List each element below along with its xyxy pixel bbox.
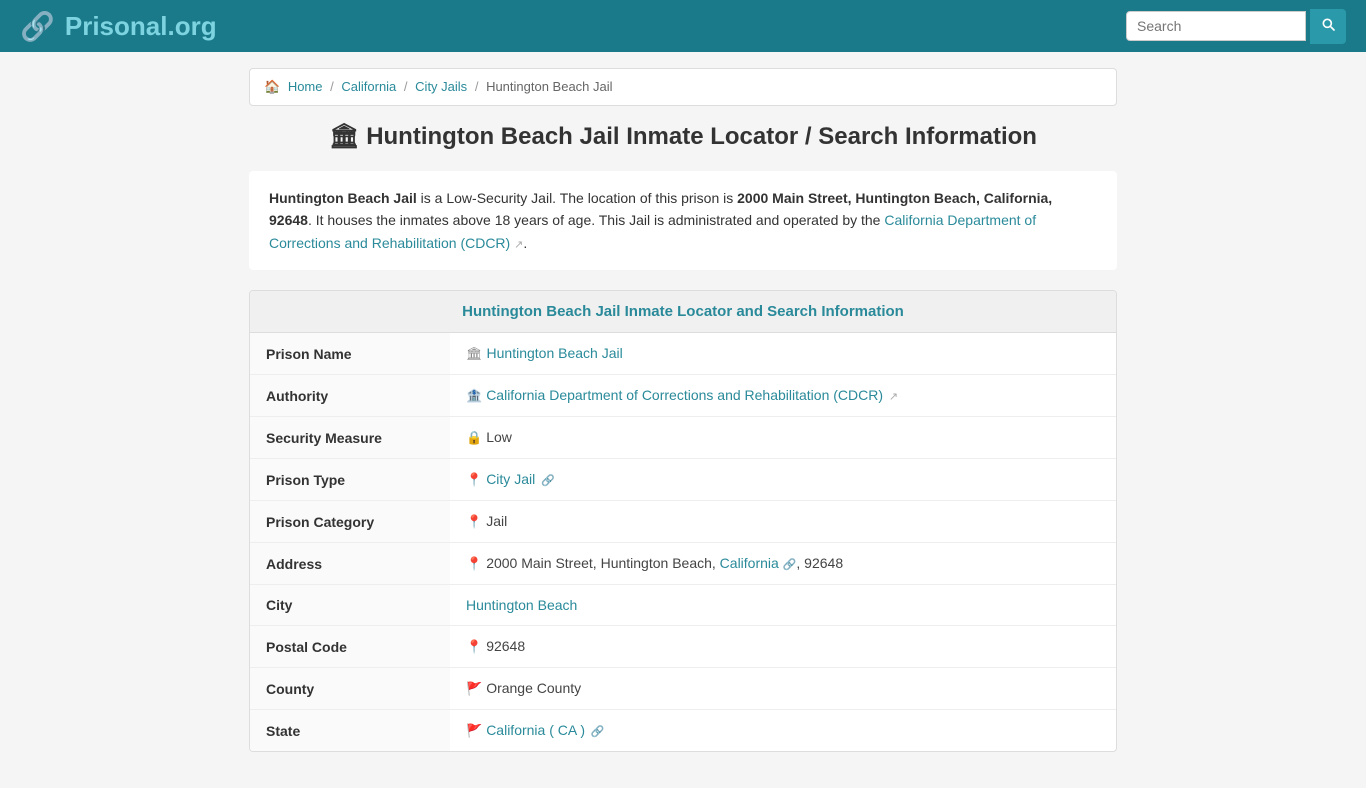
- table-value-text: Low: [486, 429, 512, 445]
- table-cell-value: 🔒 Low: [450, 417, 1116, 459]
- breadcrumb-city-jails[interactable]: City Jails: [415, 79, 467, 94]
- table-cell-label: City: [250, 585, 450, 626]
- table-cell-label: County: [250, 668, 450, 710]
- breadcrumb-current: Huntington Beach Jail: [486, 79, 612, 94]
- description-period: .: [523, 235, 527, 251]
- main-wrapper: 🏠 Home / California / City Jails / Hunti…: [233, 52, 1133, 788]
- breadcrumb-home[interactable]: Home: [288, 79, 323, 94]
- cell-icon: 🔒: [466, 430, 482, 445]
- cell-icon: 📍: [466, 639, 482, 654]
- table-value-link[interactable]: Huntington Beach Jail: [487, 345, 623, 361]
- logo-ext: .org: [167, 11, 216, 41]
- page-title-icon: 🏛: [329, 123, 359, 150]
- table-cell-value: 📍2000 Main Street, Huntington Beach, Cal…: [450, 543, 1116, 585]
- description: Huntington Beach Jail is a Low-Security …: [249, 171, 1117, 270]
- address-state-link[interactable]: California: [720, 555, 779, 571]
- logo-main: Prisonal: [65, 11, 168, 41]
- logo-area: 🔗 Prisonal.org: [20, 10, 217, 43]
- description-intro: is a Low-Security Jail. The location of …: [417, 190, 737, 206]
- cell-icon: 🚩: [466, 723, 482, 738]
- info-table: Prison Name 🏛 Huntington Beach Jail Authori…: [250, 333, 1116, 751]
- breadcrumb: 🏠 Home / California / City Jails / Hunti…: [249, 68, 1117, 106]
- table-cell-label: Prison Type: [250, 459, 450, 501]
- cell-icon: 🚩: [466, 681, 482, 696]
- info-section-header: Huntington Beach Jail Inmate Locator and…: [250, 291, 1116, 333]
- table-row: Prison Category 📍 Jail: [250, 501, 1116, 543]
- search-button[interactable]: [1310, 9, 1346, 44]
- table-row: Prison Name 🏛 Huntington Beach Jail: [250, 333, 1116, 375]
- table-cell-label: Security Measure: [250, 417, 450, 459]
- search-icon: [1320, 16, 1336, 32]
- header: 🔗 Prisonal.org: [0, 0, 1366, 52]
- table-row: Authority 🏦 California Department of Corre…: [250, 375, 1116, 417]
- table-value-link[interactable]: California ( CA ): [486, 722, 585, 738]
- logo-text: Prisonal.org: [65, 11, 217, 42]
- table-cell-label: State: [250, 710, 450, 752]
- table-cell-value: 🚩 California ( CA ) 🔗: [450, 710, 1116, 752]
- logo-icon: 🔗: [20, 10, 55, 43]
- table-value-text: Orange County: [486, 680, 581, 696]
- table-cell-value: 🏦 California Department of Corrections an…: [450, 375, 1116, 417]
- description-after-address: . It houses the inmates above 18 years o…: [308, 212, 884, 228]
- home-icon: 🏠: [264, 79, 280, 94]
- table-value-text: 92648: [486, 638, 525, 654]
- page-title: 🏛 Huntington Beach Jail Inmate Locator /…: [249, 122, 1117, 151]
- table-value-link[interactable]: City Jail: [486, 471, 535, 487]
- cell-icon: 🏛: [466, 346, 483, 361]
- table-cell-label: Prison Name: [250, 333, 450, 375]
- cell-icon: 🏦: [466, 388, 482, 403]
- cell-icon: 📍: [466, 514, 482, 529]
- table-cell-value: 📍 City Jail 🔗: [450, 459, 1116, 501]
- table-row: Security Measure 🔒 Low: [250, 417, 1116, 459]
- cell-icon: 📍: [466, 556, 482, 571]
- cell-icon: 📍: [466, 472, 482, 487]
- table-cell-value: 📍 Jail: [450, 501, 1116, 543]
- table-value-link[interactable]: Huntington Beach: [466, 597, 577, 613]
- table-row: Postal Code 📍 92648: [250, 626, 1116, 668]
- ext-icon-desc: ↗: [514, 239, 523, 251]
- external-link-icon: ↗: [889, 391, 898, 403]
- table-row: County 🚩 Orange County: [250, 668, 1116, 710]
- table-value-text: Jail: [486, 513, 507, 529]
- info-section: Huntington Beach Jail Inmate Locator and…: [249, 290, 1117, 752]
- table-value-link[interactable]: California Department of Corrections and…: [486, 387, 883, 403]
- search-input[interactable]: [1126, 11, 1306, 41]
- breadcrumb-california[interactable]: California: [341, 79, 396, 94]
- table-cell-label: Postal Code: [250, 626, 450, 668]
- external-link-icon: 🔗: [591, 726, 605, 738]
- table-cell-value: Huntington Beach: [450, 585, 1116, 626]
- table-cell-label: Address: [250, 543, 450, 585]
- table-row: Address📍2000 Main Street, Huntington Bea…: [250, 543, 1116, 585]
- search-area: [1126, 9, 1346, 44]
- page-title-text: Huntington Beach Jail Inmate Locator / S…: [366, 123, 1037, 150]
- table-cell-value: 🚩 Orange County: [450, 668, 1116, 710]
- table-row: City Huntington Beach: [250, 585, 1116, 626]
- external-link-icon: 🔗: [541, 475, 555, 487]
- table-cell-label: Authority: [250, 375, 450, 417]
- table-cell-value: 📍 92648: [450, 626, 1116, 668]
- table-cell-label: Prison Category: [250, 501, 450, 543]
- table-row: State 🚩 California ( CA ) 🔗: [250, 710, 1116, 752]
- table-row: Prison Type 📍 City Jail 🔗: [250, 459, 1116, 501]
- table-cell-value: 🏛 Huntington Beach Jail: [450, 333, 1116, 375]
- jail-name-bold: Huntington Beach Jail: [269, 190, 417, 206]
- state-link-icon: 🔗: [783, 559, 797, 571]
